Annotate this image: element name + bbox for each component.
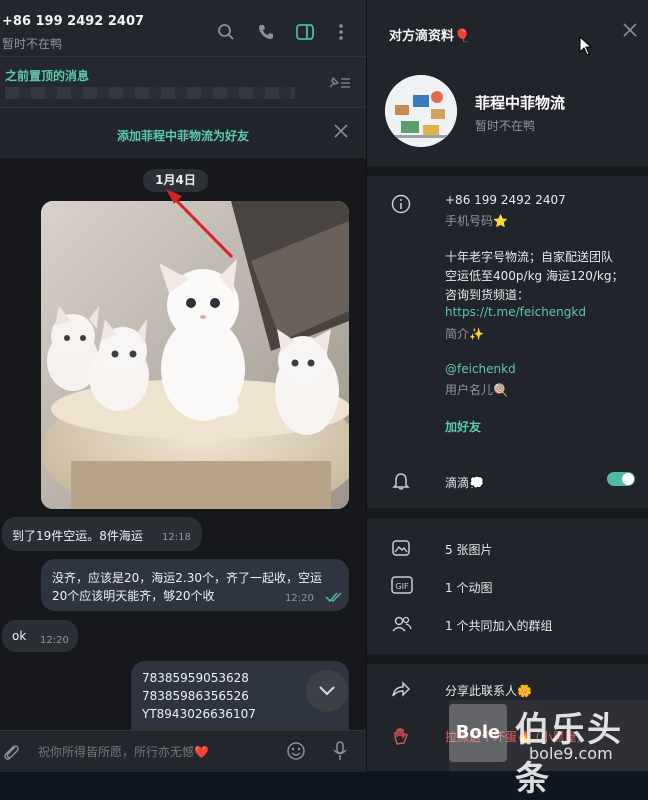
contact-status: 暂时不在鸭: [475, 119, 536, 133]
profile-title: 对方滴资料🎈: [389, 29, 471, 44]
site-watermark: Bole 伯乐头条 bole9.com: [449, 700, 648, 799]
mouse-cursor-icon: [579, 36, 593, 56]
common-groups[interactable]: 1 个共同加入的群组: [445, 617, 552, 634]
message-text: 到了19件空运。8件海运: [12, 529, 143, 543]
message-text: ok: [12, 629, 27, 643]
contact-name: 菲程中菲物流: [475, 94, 566, 112]
pin-list-icon[interactable]: [328, 75, 352, 93]
watermark-logo: Bole: [449, 704, 507, 762]
message-time: 12:20: [40, 635, 69, 646]
pinned-message-bar[interactable]: 之前置顶的消息: [0, 56, 366, 107]
message-bubble-outgoing[interactable]: 没齐，应该是20，海运2.30个，齐了一起收，空运 20个应该明天能齐，够20个…: [41, 559, 349, 611]
date-separator: 1月4日: [143, 169, 208, 192]
add-friend-button[interactable]: 加好友: [445, 418, 481, 435]
bio-line: 咨询到货频道：: [445, 288, 530, 302]
chat-title[interactable]: +86 199 2492 2407: [2, 14, 144, 29]
chat-header: +86 199 2492 2407 暂时不在鸭: [0, 0, 366, 56]
notifications-toggle[interactable]: [607, 472, 635, 486]
bio-label: 简介✨: [445, 327, 484, 341]
notifications-label: 滴滴💭: [445, 476, 484, 490]
photo-icon: [391, 538, 411, 558]
composer-bar: [0, 730, 366, 772]
info-icon: [391, 194, 411, 214]
message-input[interactable]: [36, 744, 280, 760]
read-checkmarks-icon: [325, 591, 343, 606]
bio-line: 空运低至400p/kg 海运120/kg；: [445, 269, 624, 283]
scroll-down-button[interactable]: [306, 670, 348, 712]
tracking-number: 78385959053628: [142, 671, 249, 685]
chat-pane: +86 199 2492 2407 暂时不在鸭 之前置顶的消息 添加菲程中菲物流…: [0, 0, 366, 772]
phone-label: 手机号码⭐: [445, 214, 508, 228]
kittens-photo: [41, 201, 349, 509]
message-text-line2: 20个应该明天能齐，够20个收: [52, 589, 215, 603]
microphone-icon[interactable]: [332, 741, 348, 766]
media-gifs[interactable]: 1 个动图: [445, 579, 492, 596]
tracking-number: 78385986356526: [142, 689, 249, 703]
emoji-icon[interactable]: [286, 741, 306, 766]
add-contact-button[interactable]: 添加菲程中菲物流为好友: [0, 127, 366, 144]
media-photos[interactable]: 5 张图片: [445, 541, 492, 558]
block-hand-icon: [391, 726, 411, 746]
watermark-url: bole9.com: [529, 744, 613, 763]
message-time: 12:20: [285, 593, 314, 604]
bell-icon: [391, 471, 411, 491]
message-bubble[interactable]: ok 12:20: [2, 620, 78, 652]
more-icon[interactable]: [331, 23, 351, 43]
sidebar-toggle-icon[interactable]: [295, 23, 315, 43]
gif-icon: GIF: [391, 576, 413, 596]
svg-text:GIF: GIF: [395, 582, 409, 591]
tracking-number: YT8943026636107: [142, 707, 256, 721]
profile-panel: 对方滴资料🎈 菲程中菲物流 暂时不在鸭 +86 199 2492 2407 手机…: [366, 0, 648, 771]
profile-header: 对方滴资料🎈: [367, 0, 648, 60]
phone-icon[interactable]: [256, 23, 276, 43]
pinned-preview-blurred: [5, 87, 295, 99]
share-icon: [391, 679, 411, 699]
bio-link[interactable]: https://t.me/feichengkd: [445, 305, 586, 319]
phone-number[interactable]: +86 199 2492 2407: [445, 193, 566, 207]
avatar[interactable]: [385, 75, 457, 147]
username[interactable]: @feichenkd: [445, 362, 516, 376]
message-text-line1: 没齐，应该是20，海运2.30个，齐了一起收，空运: [52, 571, 322, 585]
pinned-title: 之前置顶的消息: [5, 69, 90, 83]
attach-icon[interactable]: [2, 741, 20, 766]
close-icon[interactable]: [334, 122, 348, 143]
group-icon: [391, 614, 412, 634]
message-bubble[interactable]: 到了19件空运。8件海运 12:18: [2, 517, 202, 551]
photo-message[interactable]: [41, 201, 349, 509]
divider: [367, 508, 648, 518]
message-time: 12:18: [162, 532, 191, 543]
username-label: 用户名儿🍭: [445, 383, 508, 397]
bio-line: 十年老字号物流；自家配送团队: [445, 250, 614, 264]
divider: [367, 654, 648, 664]
share-contact-button[interactable]: 分享此联系人🌼: [445, 682, 532, 699]
divider: [367, 166, 648, 176]
chat-status: 暂时不在鸭: [2, 37, 63, 51]
search-icon[interactable]: [216, 23, 236, 43]
add-contact-bar: 添加菲程中菲物流为好友: [0, 107, 366, 158]
close-icon[interactable]: [623, 21, 637, 42]
